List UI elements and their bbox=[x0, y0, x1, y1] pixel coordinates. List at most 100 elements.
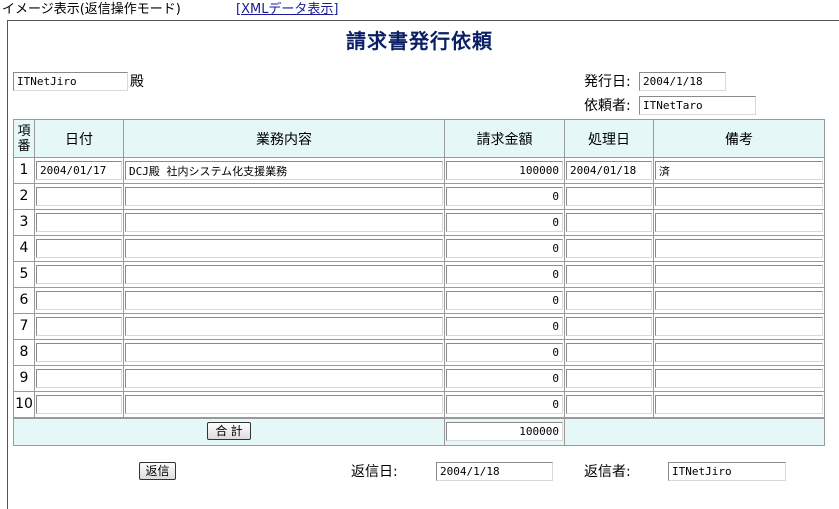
total-amount-field[interactable] bbox=[446, 422, 563, 441]
requester-field[interactable] bbox=[639, 96, 756, 115]
row-amount-field[interactable] bbox=[446, 317, 563, 336]
row-note-field[interactable] bbox=[655, 187, 823, 206]
issue-date-label: 発行日: bbox=[584, 74, 631, 90]
row-note-field[interactable] bbox=[655, 161, 823, 180]
row-task-field[interactable] bbox=[125, 395, 443, 414]
row-note-field[interactable] bbox=[655, 291, 823, 310]
table-cell bbox=[654, 392, 824, 417]
total-value-cell bbox=[445, 419, 564, 445]
reply-sender-field[interactable] bbox=[668, 462, 786, 481]
row-task-field[interactable] bbox=[125, 265, 443, 284]
reply-date-field[interactable] bbox=[436, 462, 553, 481]
row-task-field[interactable] bbox=[125, 239, 443, 258]
reply-sender-label: 返信者: bbox=[584, 464, 631, 480]
row-processed-date-field[interactable] bbox=[566, 291, 652, 310]
table-cell bbox=[565, 236, 653, 261]
row-amount-field[interactable] bbox=[446, 291, 563, 310]
row-amount-field[interactable] bbox=[446, 213, 563, 232]
table-cell bbox=[565, 262, 653, 287]
row-note-field[interactable] bbox=[655, 369, 823, 388]
row-processed-date-field[interactable] bbox=[566, 343, 652, 362]
table-cell bbox=[124, 262, 444, 287]
row-note-field[interactable] bbox=[655, 239, 823, 258]
xml-data-link[interactable]: [XMLデータ表示] bbox=[236, 0, 339, 20]
row-task-field[interactable] bbox=[125, 343, 443, 362]
row-note-field[interactable] bbox=[655, 317, 823, 336]
requester-label: 依頼者: bbox=[584, 98, 631, 114]
invoice-table: 項番 日付 業務内容 請求金額 処理日 備考 12345678910 合 計 bbox=[13, 119, 825, 446]
row-number: 2 bbox=[14, 184, 34, 209]
row-task-field[interactable] bbox=[125, 317, 443, 336]
row-task-field[interactable] bbox=[125, 187, 443, 206]
row-task-field[interactable] bbox=[125, 369, 443, 388]
row-date-field[interactable] bbox=[36, 161, 122, 180]
issue-date-field[interactable] bbox=[639, 72, 726, 91]
row-date-field[interactable] bbox=[36, 213, 122, 232]
mode-label: イメージ表示(返信操作モード) bbox=[2, 2, 181, 17]
row-number: 1 bbox=[14, 158, 34, 183]
row-number: 10 bbox=[14, 392, 34, 417]
row-amount-field[interactable] bbox=[446, 187, 563, 206]
table-cell bbox=[565, 366, 653, 391]
reply-button[interactable]: 返信 bbox=[139, 462, 176, 480]
table-cell bbox=[445, 210, 564, 235]
table-cell bbox=[124, 392, 444, 417]
row-amount-field[interactable] bbox=[446, 239, 563, 258]
header-item-no: 項番 bbox=[14, 120, 34, 157]
row-processed-date-field[interactable] bbox=[566, 187, 652, 206]
row-processed-date-field[interactable] bbox=[566, 265, 652, 284]
table-cell bbox=[124, 366, 444, 391]
table-cell bbox=[565, 288, 653, 313]
total-blank-cell bbox=[565, 419, 824, 445]
row-date-field[interactable] bbox=[36, 369, 122, 388]
row-date-field[interactable] bbox=[36, 343, 122, 362]
row-date-field[interactable] bbox=[36, 187, 122, 206]
table-cell bbox=[654, 314, 824, 339]
row-date-field[interactable] bbox=[36, 239, 122, 258]
row-processed-date-field[interactable] bbox=[566, 395, 652, 414]
reply-date-label: 返信日: bbox=[351, 464, 398, 480]
row-amount-field[interactable] bbox=[446, 343, 563, 362]
row-processed-date-field[interactable] bbox=[566, 213, 652, 232]
table-cell bbox=[654, 236, 824, 261]
total-button[interactable]: 合 計 bbox=[207, 422, 251, 440]
total-label-cell: 合 計 bbox=[14, 419, 444, 445]
row-note-field[interactable] bbox=[655, 395, 823, 414]
header-task: 業務内容 bbox=[124, 120, 444, 157]
row-number: 8 bbox=[14, 340, 34, 365]
table-cell bbox=[445, 366, 564, 391]
table-cell bbox=[35, 392, 123, 417]
row-amount-field[interactable] bbox=[446, 395, 563, 414]
table-cell bbox=[124, 158, 444, 183]
row-task-field[interactable] bbox=[125, 161, 443, 180]
table-cell bbox=[445, 288, 564, 313]
row-processed-date-field[interactable] bbox=[566, 239, 652, 258]
row-amount-field[interactable] bbox=[446, 161, 563, 180]
row-task-field[interactable] bbox=[125, 213, 443, 232]
recipient-honorific: 殿 bbox=[130, 74, 144, 90]
table-cell bbox=[565, 340, 653, 365]
recipient-name-field[interactable] bbox=[13, 72, 128, 91]
row-processed-date-field[interactable] bbox=[566, 369, 652, 388]
row-date-field[interactable] bbox=[36, 265, 122, 284]
row-amount-field[interactable] bbox=[446, 265, 563, 284]
row-amount-field[interactable] bbox=[446, 369, 563, 388]
row-note-field[interactable] bbox=[655, 343, 823, 362]
row-task-field[interactable] bbox=[125, 291, 443, 310]
table-cell bbox=[654, 262, 824, 287]
row-note-field[interactable] bbox=[655, 213, 823, 232]
row-date-field[interactable] bbox=[36, 317, 122, 336]
row-note-field[interactable] bbox=[655, 265, 823, 284]
row-number: 3 bbox=[14, 210, 34, 235]
table-cell bbox=[565, 184, 653, 209]
header-date: 日付 bbox=[35, 120, 123, 157]
table-cell bbox=[35, 340, 123, 365]
row-processed-date-field[interactable] bbox=[566, 161, 652, 180]
row-processed-date-field[interactable] bbox=[566, 317, 652, 336]
row-date-field[interactable] bbox=[36, 395, 122, 414]
row-date-field[interactable] bbox=[36, 291, 122, 310]
table-cell bbox=[654, 366, 824, 391]
table-cell bbox=[445, 184, 564, 209]
table-cell bbox=[565, 314, 653, 339]
row-number: 7 bbox=[14, 314, 34, 339]
